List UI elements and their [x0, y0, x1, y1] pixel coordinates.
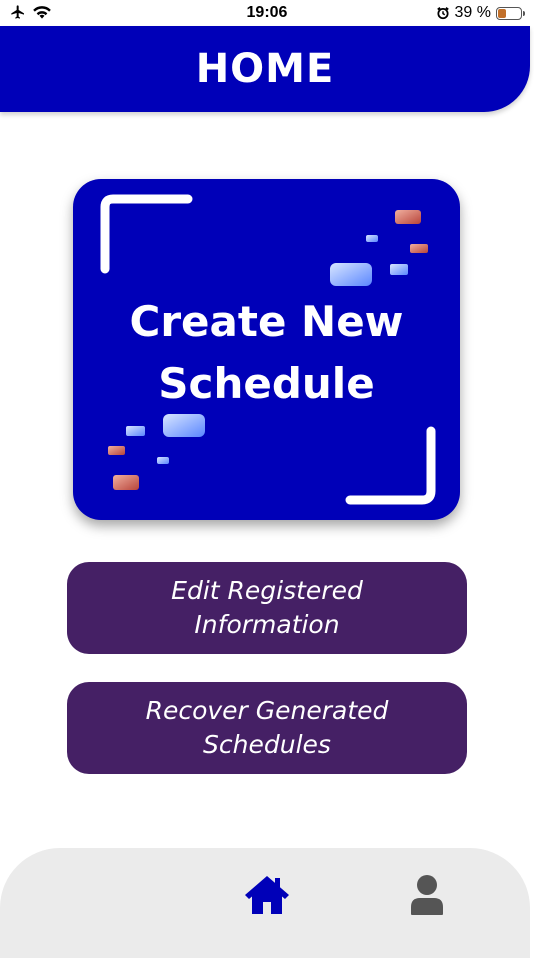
edit-button-label: Edit Registered Information	[127, 574, 407, 642]
create-card-label: Create New Schedule	[73, 291, 460, 415]
header-bar: HOME	[0, 26, 530, 112]
nav-profile-tab[interactable]	[409, 874, 445, 916]
status-bar: 19:06 39 %	[0, 0, 534, 26]
nav-home-tab[interactable]	[243, 874, 291, 916]
create-new-schedule-button[interactable]: Create New Schedule	[73, 179, 460, 520]
corner-bracket-bottom-right	[345, 426, 436, 505]
bottom-navigation	[0, 848, 530, 958]
alarm-icon	[436, 7, 449, 20]
recover-button-label: Recover Generated Schedules	[127, 694, 407, 762]
recover-label-line1: Recover Generated	[145, 696, 389, 725]
edit-label-line1: Edit Registered	[171, 576, 363, 605]
status-right-group: 39 %	[436, 4, 525, 22]
edit-label-line2: Information	[194, 610, 340, 639]
battery-icon	[496, 6, 525, 20]
create-card-line1: Create New	[129, 297, 404, 346]
profile-icon	[411, 875, 443, 915]
edit-registered-information-button[interactable]: Edit Registered Information	[67, 562, 467, 654]
corner-bracket-top-left	[100, 194, 193, 274]
page-title: HOME	[195, 46, 335, 92]
create-card-line2: Schedule	[158, 359, 375, 408]
battery-fill	[498, 8, 506, 18]
battery-nub	[523, 10, 525, 16]
recover-label-line2: Schedules	[203, 730, 331, 759]
home-icon	[245, 876, 289, 914]
recover-generated-schedules-button[interactable]: Recover Generated Schedules	[67, 682, 467, 774]
battery-percent: 39 %	[454, 4, 491, 21]
